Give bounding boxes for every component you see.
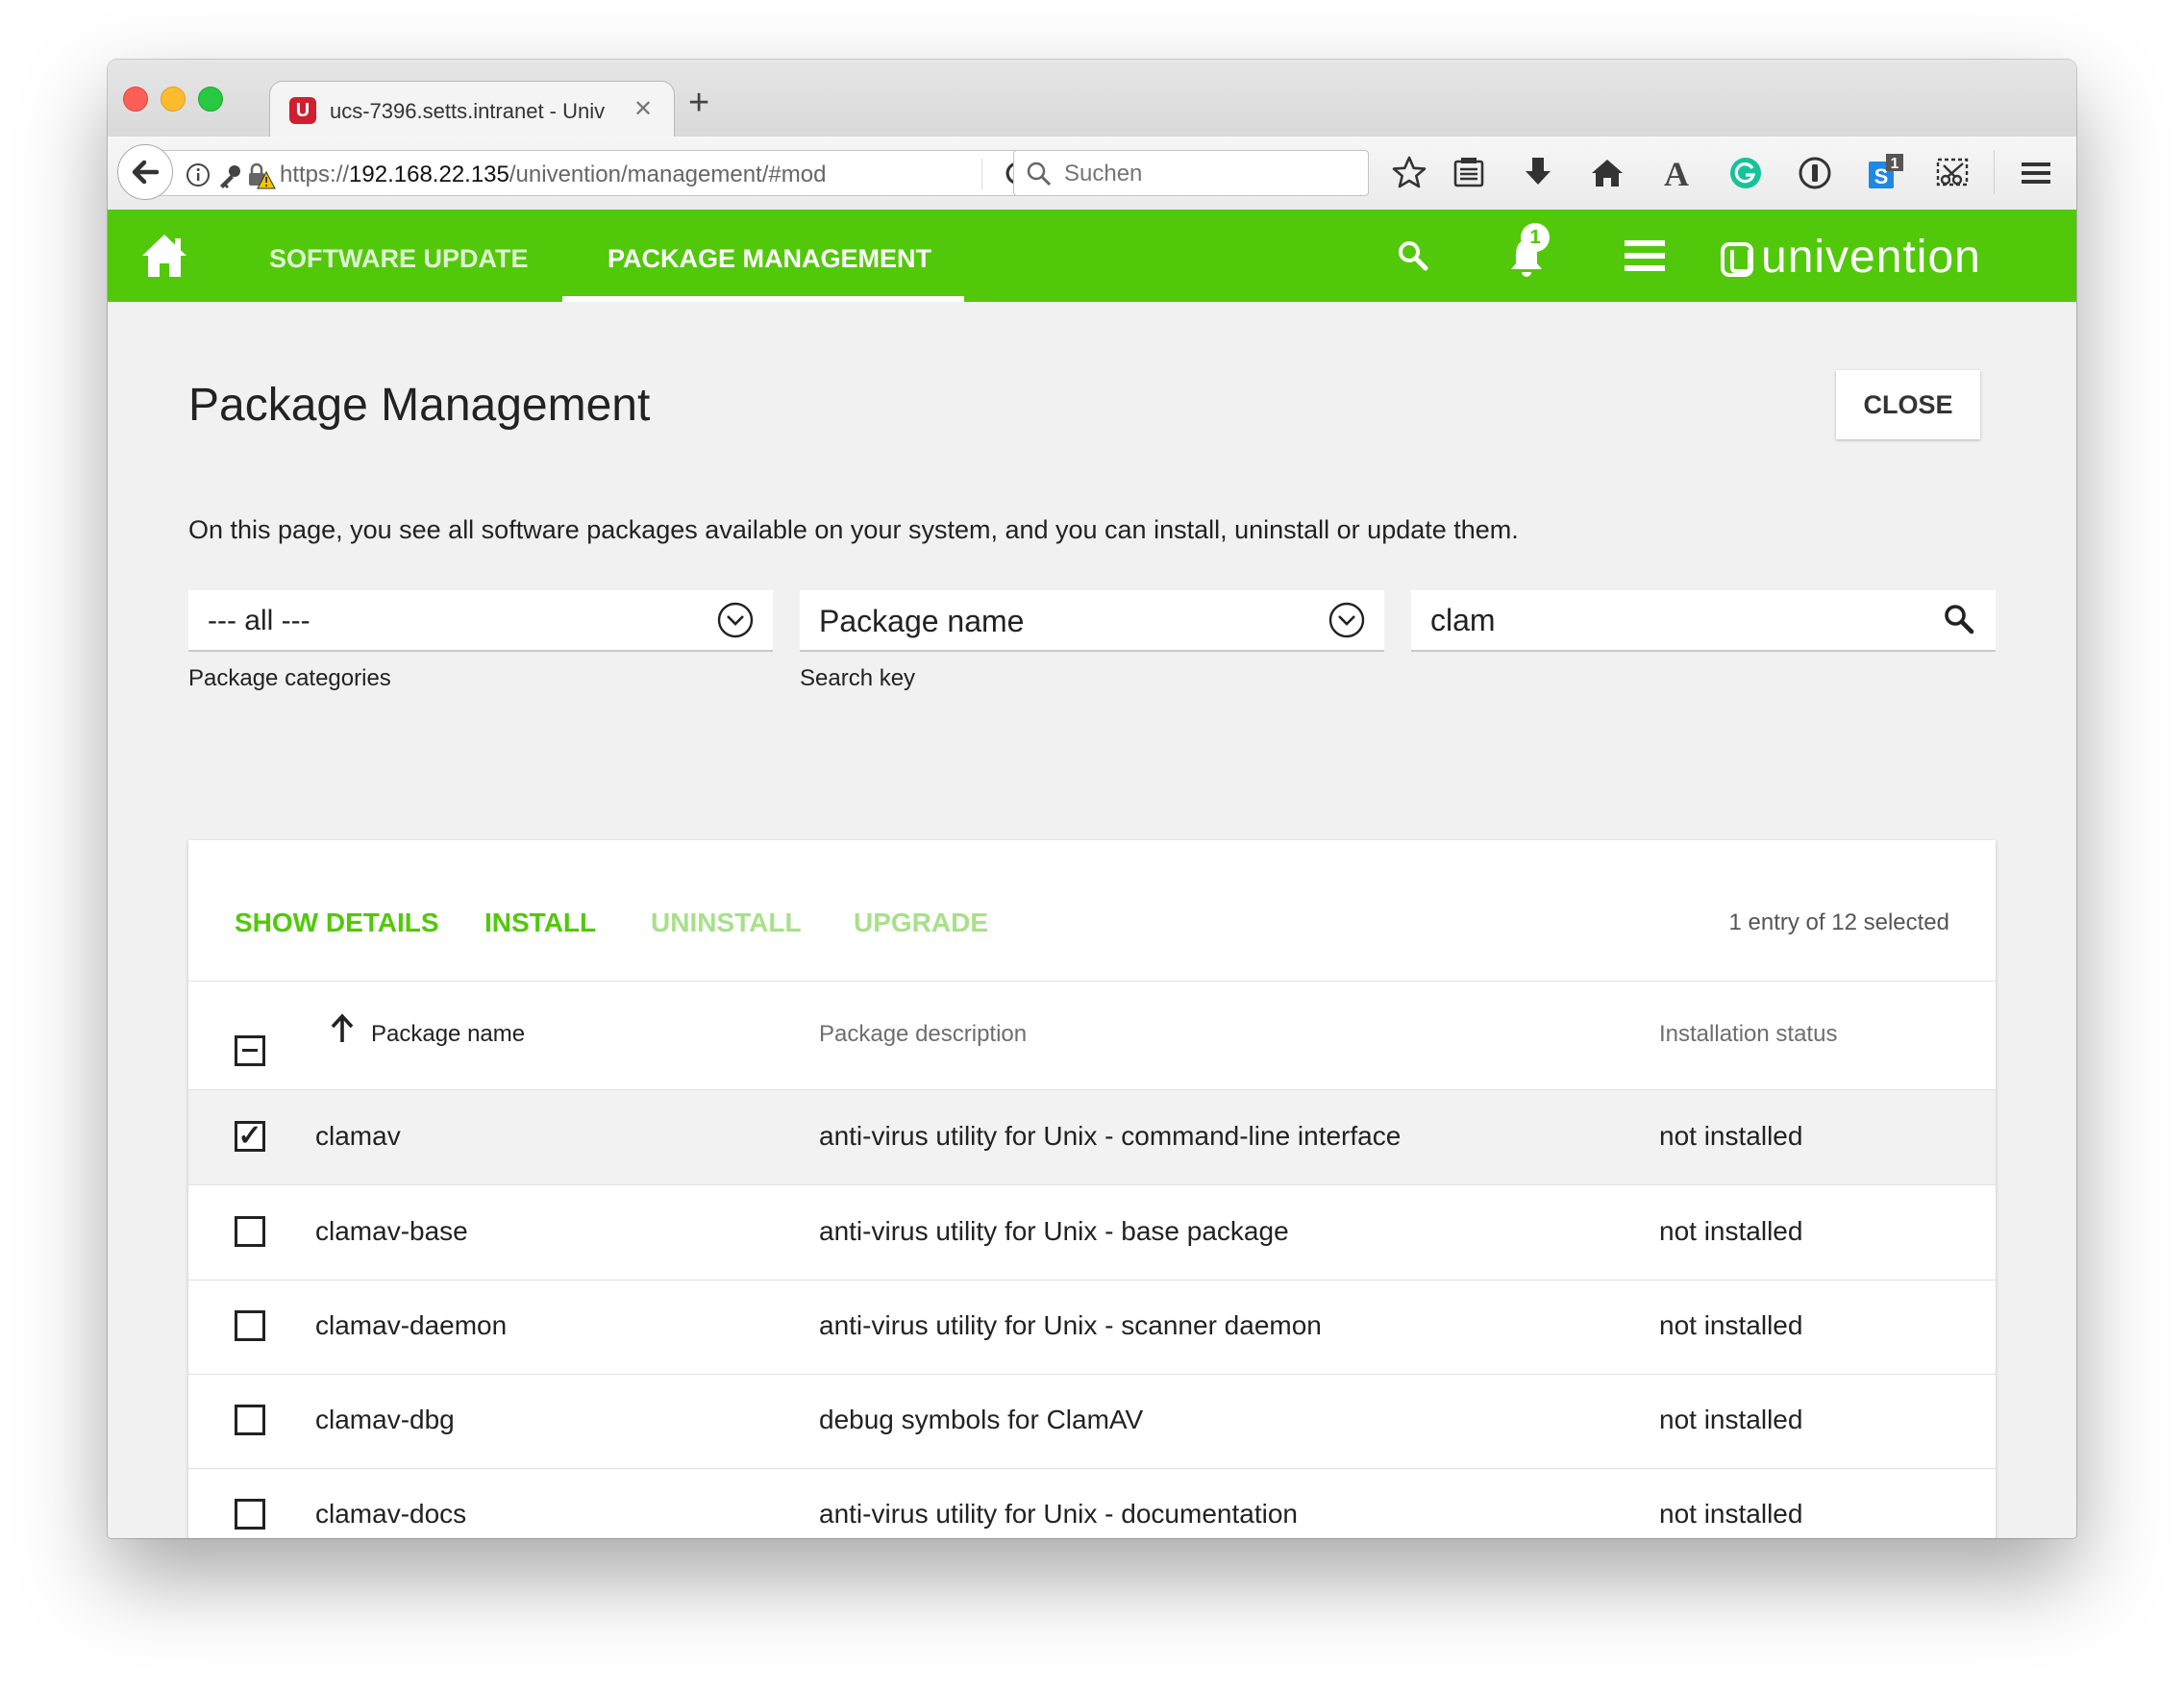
column-header-package-name[interactable]: Package name	[371, 1021, 525, 1048]
column-header-installation-status[interactable]: Installation status	[1659, 1021, 1837, 1048]
password-manager-icon[interactable]	[1796, 154, 1834, 192]
search-icon[interactable]	[1942, 602, 1976, 636]
selection-status: 1 entry of 12 selected	[1728, 909, 1949, 935]
extension-s-icon[interactable]: S1	[1865, 154, 1903, 192]
category-value: --- all ---	[208, 605, 310, 636]
search-field[interactable]	[1411, 590, 1996, 652]
home-icon[interactable]	[140, 233, 188, 279]
install-button[interactable]: INSTALL	[484, 908, 596, 938]
category-select[interactable]: --- all ---	[188, 590, 773, 652]
package-name: clamav	[315, 1121, 401, 1151]
svg-text:A: A	[1664, 155, 1689, 192]
tab-title: ucs-7396.setts.intranet - Univ	[330, 99, 606, 123]
back-arrow-icon	[132, 160, 160, 185]
package-name: clamav-base	[315, 1216, 468, 1246]
home-icon[interactable]	[1588, 154, 1626, 192]
grammarly-icon[interactable]	[1726, 154, 1765, 192]
extension-badge: 1	[1891, 156, 1899, 172]
search-icon	[1027, 162, 1052, 187]
table-row[interactable]: ✓ clamav anti-virus utility for Unix - c…	[188, 1090, 1996, 1185]
app-header: SOFTWARE UPDATE PACKAGE MANAGEMENT 1 uni…	[108, 210, 2076, 302]
search-key-value: Package name	[819, 604, 1025, 638]
key-icon	[220, 165, 240, 188]
table-row[interactable]: clamav-dbg debug symbols for ClamAV not …	[188, 1374, 1996, 1469]
url-text[interactable]: https://192.168.22.135/univention/manage…	[280, 162, 876, 188]
notification-badge: 1	[1521, 223, 1550, 252]
browser-window: U ucs-7396.setts.intranet - Univ ✕ + htt…	[108, 60, 2076, 1538]
package-name: clamav-docs	[315, 1499, 467, 1529]
sort-ascending-arrow-icon[interactable]	[327, 1011, 358, 1044]
nav-package-management[interactable]: PACKAGE MANAGEMENT	[608, 244, 931, 274]
select-all-checkbox[interactable]	[235, 1035, 265, 1066]
browser-tab[interactable]: U ucs-7396.setts.intranet - Univ ✕	[269, 81, 675, 139]
url-path: /univention/management/#mod	[509, 162, 827, 187]
url-scheme: https://	[280, 162, 350, 187]
installation-status: not installed	[1659, 1121, 1803, 1151]
row-checkbox[interactable]	[235, 1310, 265, 1341]
browser-search-box[interactable]	[1013, 150, 1369, 196]
package-grid: SHOW DETAILS INSTALL UNINSTALL UPGRADE 1…	[188, 840, 1996, 1538]
table-row[interactable]: clamav-docs anti-virus utility for Unix …	[188, 1468, 1996, 1538]
column-header-package-description[interactable]: Package description	[819, 1021, 1027, 1048]
installation-status: not installed	[1659, 1310, 1803, 1340]
univention-logo-icon	[1721, 242, 1753, 277]
download-icon[interactable]	[1519, 154, 1557, 192]
font-a-icon[interactable]: A	[1657, 154, 1696, 192]
close-window-button[interactable]	[123, 87, 148, 112]
chevron-down-icon[interactable]	[717, 602, 754, 638]
minimize-window-button[interactable]	[161, 87, 186, 112]
toolbar-separator	[1994, 150, 1995, 194]
page-title: Package Management	[188, 380, 651, 431]
info-icon[interactable]	[186, 162, 211, 187]
nav-software-update[interactable]: SOFTWARE UPDATE	[269, 244, 529, 274]
table-row[interactable]: clamav-daemon anti-virus utility for Uni…	[188, 1280, 1996, 1375]
active-tab-indicator	[562, 296, 964, 302]
browser-search-input[interactable]	[1062, 159, 1354, 189]
reading-list-icon[interactable]	[1450, 154, 1488, 192]
row-checkbox[interactable]	[235, 1499, 265, 1530]
insecure-lock-icon[interactable]	[247, 162, 276, 189]
bookmark-star-icon[interactable]	[1390, 154, 1428, 192]
search-key-label: Search key	[800, 665, 916, 691]
zoom-window-button[interactable]	[198, 87, 223, 112]
installation-status: not installed	[1659, 1499, 1803, 1529]
package-description: anti-virus utility for Unix - base packa…	[819, 1216, 1289, 1246]
uninstall-button[interactable]: UNINSTALL	[651, 908, 802, 938]
logo-text: univention	[1761, 232, 1981, 283]
package-description: anti-virus utility for Unix - documentat…	[819, 1499, 1298, 1529]
tab-close-icon[interactable]: ✕	[633, 95, 653, 123]
back-button[interactable]	[117, 144, 173, 200]
new-tab-button[interactable]: +	[688, 85, 709, 121]
search-key-select[interactable]: Package name	[800, 590, 1384, 652]
search-input[interactable]	[1430, 598, 1911, 642]
close-button[interactable]: CLOSE	[1836, 370, 1980, 439]
package-name: clamav-daemon	[315, 1310, 508, 1340]
package-description: anti-virus utility for Unix - command-li…	[819, 1121, 1402, 1151]
menu-icon[interactable]	[1625, 238, 1665, 273]
category-label: Package categories	[188, 665, 391, 691]
univention-favicon-icon: U	[289, 97, 316, 124]
row-checkbox[interactable]: ✓	[235, 1121, 265, 1152]
package-description: anti-virus utility for Unix - scanner da…	[819, 1310, 1322, 1340]
tab-strip: U ucs-7396.setts.intranet - Univ ✕ +	[108, 60, 2076, 139]
browser-menu-icon[interactable]	[2017, 154, 2055, 192]
url-bar[interactable]: https://192.168.22.135/univention/manage…	[154, 150, 1104, 196]
show-details-button[interactable]: SHOW DETAILS	[235, 908, 439, 938]
installation-status: not installed	[1659, 1216, 1803, 1246]
upgrade-button[interactable]: UPGRADE	[854, 908, 988, 938]
browser-toolbar: https://192.168.22.135/univention/manage…	[108, 137, 2076, 211]
package-name: clamav-dbg	[315, 1405, 455, 1434]
screenshot-scissors-icon[interactable]	[1934, 154, 1973, 192]
url-host: 192.168.22.135	[349, 162, 509, 187]
row-checkbox[interactable]	[235, 1405, 265, 1435]
url-separator	[981, 159, 982, 189]
table-row[interactable]: clamav-base anti-virus utility for Unix …	[188, 1185, 1996, 1281]
search-icon[interactable]	[1396, 238, 1430, 273]
package-description: debug symbols for ClamAV	[819, 1405, 1144, 1434]
chevron-down-icon[interactable]	[1328, 602, 1365, 638]
page-description: On this page, you see all software packa…	[188, 515, 1519, 544]
row-checkbox[interactable]	[235, 1216, 265, 1247]
installation-status: not installed	[1659, 1405, 1803, 1434]
